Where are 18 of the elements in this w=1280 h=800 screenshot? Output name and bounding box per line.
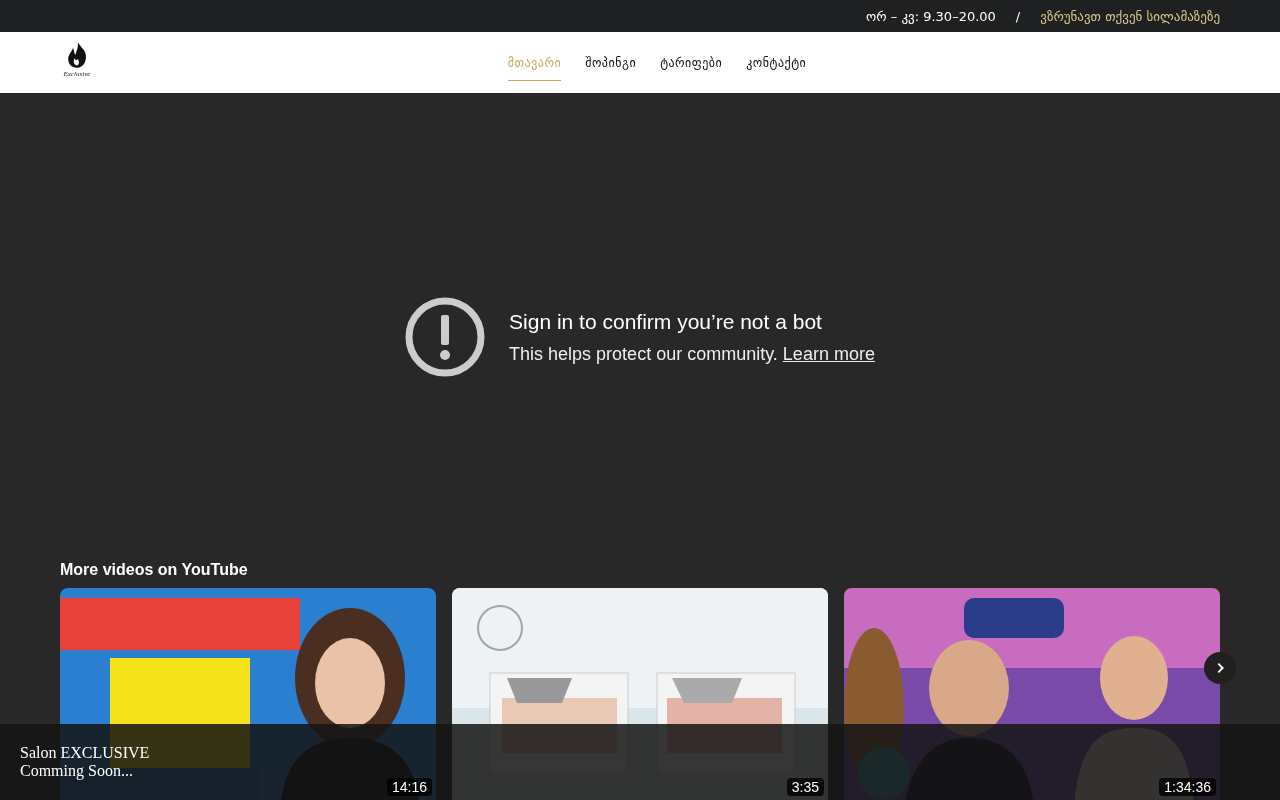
notice-text: Salon EXCLUSIVE	[20, 744, 150, 762]
learn-more-link[interactable]: Learn more	[782, 343, 875, 364]
flame-icon	[65, 40, 89, 70]
message-title: Sign in to confirm you’re not a bot	[509, 309, 823, 334]
message-text: This helps protect our community.	[509, 343, 778, 364]
video-duration: 1:34:36	[1159, 778, 1216, 796]
nav-link[interactable]: ტარიფები	[660, 44, 723, 81]
opening-hours: ორ – კვ: 9.30–20.00	[866, 8, 996, 24]
next-button[interactable]	[1204, 652, 1236, 684]
video-duration: 3:35	[786, 778, 824, 796]
nav-link[interactable]: კონტაქტი	[746, 44, 807, 81]
section-title: More videos on YouTube	[60, 561, 249, 579]
video-duration: 14:16	[386, 778, 432, 796]
notice-text: Comming Soon...	[20, 762, 133, 780]
separator: /	[1015, 8, 1021, 24]
nav-link[interactable]: შოპინგი	[585, 44, 637, 81]
slogan: ვზრუნავთ თქვენ სილამაზეზე	[1040, 8, 1220, 24]
alert-icon	[405, 297, 486, 377]
